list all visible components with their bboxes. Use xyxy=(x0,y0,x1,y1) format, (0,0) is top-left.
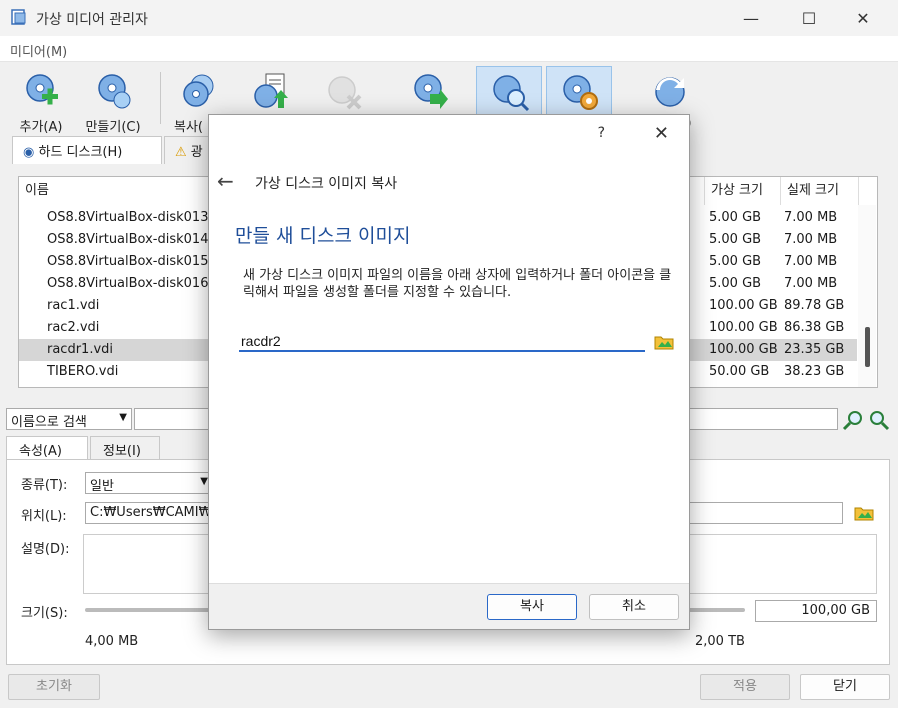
column-header-virtual-size[interactable]: 가상 크기 xyxy=(705,177,781,205)
create-disk-icon xyxy=(98,74,131,109)
row-actual-size: 86.38 GB xyxy=(784,320,845,335)
search-previous-icon[interactable] xyxy=(842,409,864,431)
size-min-label: 4,00 MB xyxy=(85,634,139,649)
folder-icon[interactable] xyxy=(853,502,875,524)
dialog-footer: 복사 취소 xyxy=(209,583,689,629)
row-actual-size: 38.23 GB xyxy=(784,364,845,379)
type-label: 종류(T): xyxy=(21,478,68,493)
dialog-title: 가상 디스크 이미지 복사 xyxy=(255,176,398,192)
hard-disk-icon: ◉ xyxy=(23,145,35,160)
row-actual-size: 7.00 MB xyxy=(784,232,838,247)
row-name: OS8.8VirtualBox-disk013 xyxy=(47,210,209,225)
tab-hard-disks-label: 하드 디스크(H) xyxy=(38,145,123,160)
column-header-actual-size[interactable]: 실제 크기 xyxy=(781,177,859,205)
description-label: 설명(D): xyxy=(21,542,70,557)
tab-hard-disks[interactable]: ◉ 하드 디스크(H) xyxy=(12,136,162,164)
apply-button[interactable]: 적용 xyxy=(700,674,790,700)
row-actual-size: 89.78 GB xyxy=(784,298,845,313)
size-field[interactable]: 100,00 GB xyxy=(755,600,877,622)
row-name: OS8.8VirtualBox-disk016 xyxy=(47,276,209,291)
cancel-button[interactable]: 취소 xyxy=(589,594,679,620)
tab-information[interactable]: 정보(I) xyxy=(90,436,160,460)
tab-optical[interactable]: ⚠ 광 xyxy=(164,136,214,164)
refresh-icon xyxy=(655,77,685,107)
dialog-description: 새 가상 디스크 이미지 파일의 이름을 아래 상자에 입력하거나 폴더 아이콘… xyxy=(243,268,672,300)
app-icon xyxy=(11,9,26,25)
scrollbar-thumb[interactable] xyxy=(865,327,870,367)
row-virtual-size: 5.00 GB xyxy=(709,254,762,269)
type-value: 일반 xyxy=(90,479,114,494)
release-disk-icon xyxy=(414,74,448,109)
back-arrow-icon[interactable]: ← xyxy=(217,169,234,193)
move-disk-icon xyxy=(254,73,288,108)
menu-bar: 미디어(M) xyxy=(0,36,898,62)
search-next-icon[interactable] xyxy=(868,409,890,431)
type-select[interactable]: 일반 ▼ xyxy=(85,472,213,494)
dialog-close-button[interactable]: ✕ xyxy=(654,123,669,144)
location-label: 위치(L): xyxy=(21,509,67,524)
row-virtual-size: 100.00 GB xyxy=(709,342,778,357)
row-virtual-size: 5.00 GB xyxy=(709,210,762,225)
size-label: 크기(S): xyxy=(21,606,68,621)
copy-disk-dialog: ? ✕ ← 가상 디스크 이미지 복사 만들 새 디스크 이미지 새 가상 디스… xyxy=(208,114,690,630)
remove-disk-icon xyxy=(328,76,362,110)
row-actual-size: 7.00 MB xyxy=(784,276,838,291)
menu-media[interactable]: 미디어(M) xyxy=(10,41,67,60)
minimize-button[interactable]: — xyxy=(728,0,774,36)
row-name: rac1.vdi xyxy=(47,298,100,313)
row-virtual-size: 5.00 GB xyxy=(709,232,762,247)
row-actual-size: 7.00 MB xyxy=(784,210,838,225)
tab-attributes[interactable]: 속성(A) xyxy=(6,436,88,460)
row-actual-size: 7.00 MB xyxy=(784,254,838,269)
close-window-button[interactable]: ✕ xyxy=(840,0,886,36)
help-button[interactable]: ? xyxy=(598,125,605,141)
maximize-button[interactable]: ☐ xyxy=(786,0,832,36)
size-max-label: 2,00 TB xyxy=(695,634,745,649)
create-label: 만들기(C) xyxy=(85,120,141,135)
copy-disk-icon xyxy=(183,74,214,107)
disk-search-icon xyxy=(493,75,530,112)
row-virtual-size: 100.00 GB xyxy=(709,320,778,335)
search-mode-value: 이름으로 검색 xyxy=(11,415,87,430)
toolbar-separator xyxy=(160,72,161,124)
row-virtual-size: 5.00 GB xyxy=(709,276,762,291)
row-name: racdr1.vdi xyxy=(47,342,114,357)
window-title: 가상 미디어 관리자 xyxy=(36,12,148,28)
disk-settings-icon xyxy=(563,75,598,110)
row-actual-size: 23.35 GB xyxy=(784,342,845,357)
row-name: TIBERO.vdi xyxy=(47,364,119,379)
row-name: rac2.vdi xyxy=(47,320,100,335)
section-heading: 만들 새 디스크 이미지 xyxy=(235,225,411,247)
chevron-down-icon: ▼ xyxy=(119,412,127,423)
create-button[interactable]: 만들기(C) xyxy=(80,66,146,135)
folder-icon[interactable] xyxy=(653,331,675,353)
list-scrollbar[interactable] xyxy=(858,205,876,387)
close-button[interactable]: 닫기 xyxy=(800,674,890,700)
reset-button[interactable]: 초기화 xyxy=(8,674,100,700)
tab-optical-label: 광 xyxy=(190,145,203,160)
row-name: OS8.8VirtualBox-disk014 xyxy=(47,232,209,247)
add-button[interactable]: 추가(A) xyxy=(8,66,74,135)
filename-input[interactable] xyxy=(239,332,645,352)
search-mode-select[interactable]: 이름으로 검색 ▼ xyxy=(6,408,132,430)
warning-icon: ⚠ xyxy=(175,145,187,160)
chevron-down-icon: ▼ xyxy=(200,476,208,487)
add-disk-icon xyxy=(26,74,58,105)
title-bar: 가상 미디어 관리자 — ☐ ✕ xyxy=(0,0,898,36)
copy-confirm-button[interactable]: 복사 xyxy=(487,594,577,620)
row-virtual-size: 50.00 GB xyxy=(709,364,770,379)
row-virtual-size: 100.00 GB xyxy=(709,298,778,313)
add-label: 추가(A) xyxy=(19,120,63,135)
row-name: OS8.8VirtualBox-disk015 xyxy=(47,254,209,269)
